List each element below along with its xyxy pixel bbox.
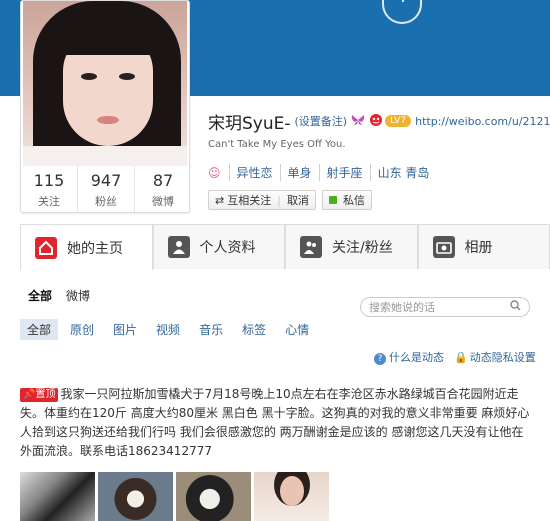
tab-label: 她的主页 [67, 240, 123, 257]
filter-original[interactable]: 原创 [63, 319, 101, 340]
stat-value: 115 [33, 171, 65, 190]
message-button[interactable]: 私信 [321, 190, 372, 210]
divider: | [277, 193, 281, 207]
home-icon [35, 236, 57, 259]
stat-label: 关注 [38, 195, 60, 208]
tab-label: 相册 [464, 240, 493, 256]
search-input[interactable]: 搜索她说的话 [360, 297, 530, 317]
filter-music[interactable]: 音乐 [192, 319, 230, 340]
tab-fans[interactable]: 关注/粉丝 [285, 224, 418, 269]
avatar[interactable] [23, 1, 187, 166]
stat-label: 微博 [152, 195, 174, 208]
profile-name-row: 宋玥SyuE- (设置备注) LV7 http://weibo.com/u/21… [208, 110, 550, 134]
lock-icon: 🔒 [454, 351, 468, 364]
tab-label: 关注/粉丝 [332, 240, 393, 256]
search-icon[interactable] [510, 300, 521, 314]
profile-icon [167, 236, 190, 258]
camera-icon [432, 236, 455, 258]
profile-name: 宋玥SyuE- [208, 113, 291, 134]
tab-label: 个人资料 [199, 240, 256, 256]
question-icon: ? [374, 353, 386, 365]
tag-relationship[interactable]: 单身 [279, 164, 319, 181]
post-image[interactable] [176, 472, 251, 521]
tab-profile[interactable]: 个人资料 [152, 224, 285, 269]
profile-url-link[interactable]: http://weibo.com/u/2121000 [415, 115, 550, 128]
stat-value: 947 [90, 171, 122, 190]
feed-privacy-link[interactable]: 🔒 动态隐私设置 [454, 349, 536, 365]
tag-orientation[interactable]: 异性恋 [228, 164, 280, 181]
feed-privacy-label: 动态隐私设置 [469, 351, 536, 364]
pin-icon: 📌 [23, 389, 36, 400]
profile-stats: 115 关注 947 粉丝 87 微博 [21, 166, 191, 212]
vip-level-badge[interactable]: LV7 [385, 115, 412, 127]
pinned-post: 📌置顶 我家一只阿拉斯加雪橇犬于7月18号晚上10点左右在李沧区赤水路绿城百合花园… [20, 385, 530, 461]
subnav-weibo[interactable]: 微博 [66, 287, 90, 304]
pinned-label: 置顶 [35, 389, 56, 400]
tag-location[interactable]: 山东 青岛 [369, 164, 437, 181]
filter-images[interactable]: 图片 [106, 319, 144, 340]
post-image[interactable] [254, 472, 329, 521]
tab-album[interactable]: 相册 [417, 224, 550, 269]
profile-tags: ☺ 异性恋 单身 射手座 山东 青岛 [208, 164, 436, 181]
profile-card: 115 关注 947 粉丝 87 微博 [20, 0, 190, 213]
feed-help-links: ? 什么是动态 🔒 动态隐私设置 [374, 349, 536, 365]
member-crown-icon[interactable] [369, 113, 383, 130]
unfollow-link[interactable]: 取消 [287, 192, 309, 208]
stat-weibo[interactable]: 87 微博 [135, 166, 191, 212]
profile-tabs: 她的主页 个人资料 关注/粉丝 相册 [20, 224, 550, 270]
message-label: 私信 [342, 194, 365, 207]
stat-value: 87 [152, 171, 174, 190]
tab-home[interactable]: 她的主页 [20, 224, 153, 270]
pinned-badge: 📌置顶 [20, 388, 59, 402]
search-placeholder: 搜索她说的话 [369, 301, 435, 314]
what-is-feed-link[interactable]: ? 什么是动态 [374, 349, 444, 365]
banner-decoration-line [402, 0, 408, 2]
message-icon [328, 196, 337, 204]
subnav-all[interactable]: 全部 [28, 287, 52, 304]
stat-label: 粉丝 [95, 195, 117, 208]
butterfly-badge-icon[interactable] [351, 114, 365, 129]
feed-filters: 全部 原创 图片 视频 音乐 标签 心情 [20, 319, 321, 340]
banner-decoration [382, 0, 422, 24]
gender-female-icon: ☺ [208, 165, 221, 180]
profile-actions: ⇄ 互相关注 | 取消 私信 [208, 190, 372, 210]
post-images [20, 472, 329, 521]
stat-following[interactable]: 115 关注 [21, 166, 78, 212]
set-remark-link[interactable]: (设置备注) [295, 113, 348, 129]
stat-followers[interactable]: 947 粉丝 [78, 166, 135, 212]
what-is-feed-label: 什么是动态 [389, 351, 444, 364]
mutual-follow-button[interactable]: ⇄ 互相关注 | 取消 [208, 190, 316, 210]
feed-subnav: 全部 微博 [28, 287, 90, 304]
post-image[interactable] [98, 472, 173, 521]
filter-mood[interactable]: 心情 [278, 319, 316, 340]
post-text: 我家一只阿拉斯加雪橇犬于7月18号晚上10点左右在李沧区赤水路绿城百合花园附近走… [20, 387, 530, 458]
tag-zodiac[interactable]: 射手座 [318, 164, 370, 181]
mutual-follow-label: 互相关注 [227, 194, 272, 207]
post-image[interactable] [20, 472, 95, 521]
mutual-follow-icon: ⇄ [215, 193, 225, 207]
profile-motto: Can't Take My Eyes Off You. [208, 139, 346, 150]
filter-video[interactable]: 视频 [149, 319, 187, 340]
filter-all[interactable]: 全部 [20, 319, 59, 340]
fans-icon [300, 236, 322, 258]
filter-tags[interactable]: 标签 [235, 319, 273, 340]
